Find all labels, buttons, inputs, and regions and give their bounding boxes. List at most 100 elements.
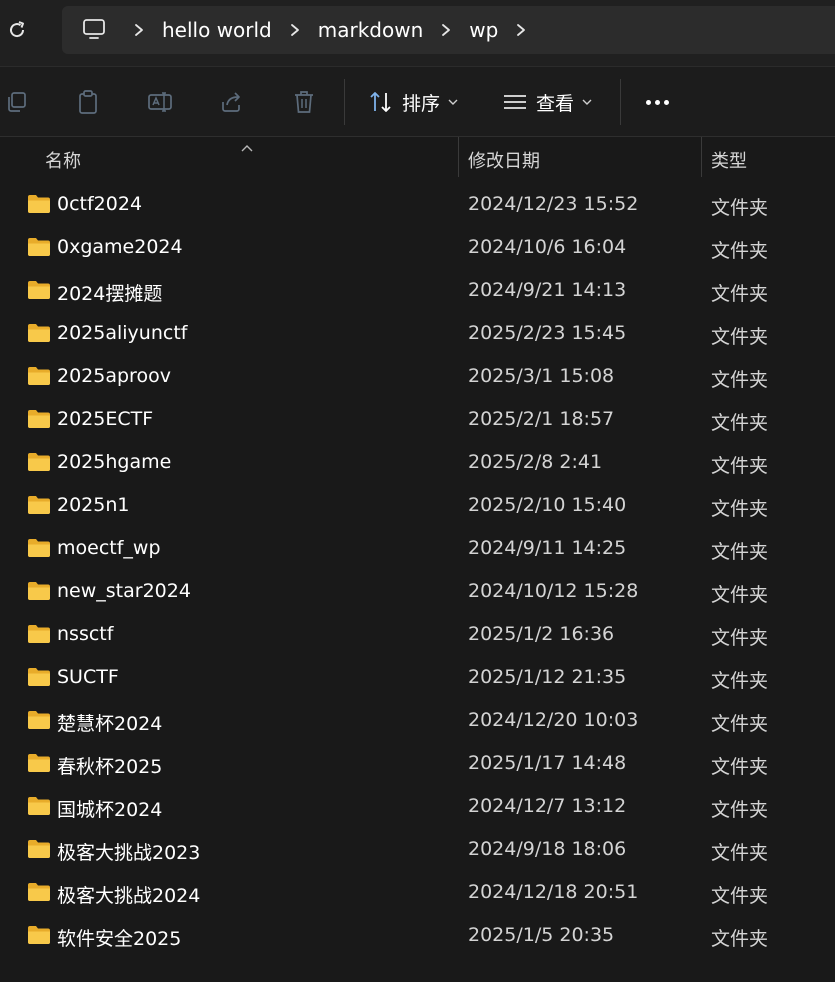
column-divider[interactable]: [701, 137, 702, 177]
file-name[interactable]: 2025ECTF: [57, 408, 153, 430]
more-button[interactable]: [640, 87, 674, 117]
file-modified: 2025/1/5 20:35: [468, 924, 615, 946]
file-type: 文件夹: [711, 197, 769, 219]
file-modified: 2024/10/12 15:28: [468, 580, 639, 602]
file-modified: 2024/9/21 14:13: [468, 279, 627, 301]
file-row[interactable]: 极客大挑战2023 2024/9/18 18:06 文件夹: [0, 828, 835, 871]
folder-icon: [27, 839, 51, 859]
file-modified: 2025/3/1 15:08: [468, 365, 615, 387]
folder-icon: [27, 710, 51, 730]
breadcrumb-item-hello-world[interactable]: hello world: [152, 18, 282, 42]
file-row[interactable]: new_star2024 2024/10/12 15:28 文件夹: [0, 570, 835, 613]
chevron-right-icon[interactable]: [433, 23, 459, 37]
folder-icon: [27, 409, 51, 429]
file-name[interactable]: 0ctf2024: [57, 193, 142, 215]
file-modified: 2024/12/18 20:51: [468, 881, 639, 903]
file-type: 文件夹: [711, 670, 769, 692]
command-bar: 排序 查看: [0, 67, 835, 137]
folder-icon: [27, 667, 51, 687]
delete-button[interactable]: [289, 87, 319, 117]
sort-icon: [370, 92, 391, 112]
file-type: 文件夹: [711, 283, 769, 305]
computer-icon: [83, 19, 105, 39]
file-name[interactable]: 国城杯2024: [57, 795, 162, 822]
file-type: 文件夹: [711, 455, 769, 477]
file-row[interactable]: 0ctf2024 2024/12/23 15:52 文件夹: [0, 183, 835, 226]
file-row[interactable]: 极客大挑战2024 2024/12/18 20:51 文件夹: [0, 871, 835, 914]
folder-icon: [27, 495, 51, 515]
share-button[interactable]: [217, 87, 247, 117]
file-name[interactable]: 2025aliyunctf: [57, 322, 187, 344]
file-name[interactable]: 0xgame2024: [57, 236, 183, 258]
folder-icon: [27, 194, 51, 214]
file-name[interactable]: 极客大挑战2024: [57, 881, 200, 908]
file-row[interactable]: 软件安全2025 2025/1/5 20:35 文件夹: [0, 914, 835, 957]
breadcrumb-item-wp[interactable]: wp: [459, 18, 508, 42]
file-modified: 2025/2/1 18:57: [468, 408, 615, 430]
folder-icon: [27, 538, 51, 558]
breadcrumb[interactable]: hello world markdown wp: [62, 6, 835, 54]
file-name[interactable]: nssctf: [57, 623, 113, 645]
file-type: 文件夹: [711, 240, 769, 262]
file-row[interactable]: 2024摆摊题 2024/9/21 14:13 文件夹: [0, 269, 835, 312]
column-name[interactable]: 名称: [45, 147, 81, 173]
column-type[interactable]: 类型: [711, 147, 747, 173]
view-list-icon: [504, 95, 526, 109]
file-name[interactable]: 2025aproov: [57, 365, 171, 387]
file-row[interactable]: nssctf 2025/1/2 16:36 文件夹: [0, 613, 835, 656]
file-row[interactable]: moectf_wp 2024/9/11 14:25 文件夹: [0, 527, 835, 570]
chevron-right-icon[interactable]: [508, 23, 534, 37]
file-type: 文件夹: [711, 928, 769, 950]
file-row[interactable]: SUCTF 2025/1/12 21:35 文件夹: [0, 656, 835, 699]
file-name[interactable]: 春秋杯2025: [57, 752, 162, 779]
chevron-right-icon[interactable]: [126, 23, 152, 37]
sort-button[interactable]: 排序: [368, 85, 458, 119]
computer-button[interactable]: [62, 17, 126, 43]
file-modified: 2024/12/20 10:03: [468, 709, 639, 731]
folder-icon: [27, 323, 51, 343]
file-modified: 2025/2/10 15:40: [468, 494, 627, 516]
rename-icon: [148, 92, 172, 112]
file-row[interactable]: 2025n1 2025/2/10 15:40 文件夹: [0, 484, 835, 527]
breadcrumb-item-markdown[interactable]: markdown: [308, 18, 434, 42]
file-name[interactable]: 楚慧杯2024: [57, 709, 162, 736]
file-type: 文件夹: [711, 326, 769, 348]
file-name[interactable]: moectf_wp: [57, 537, 161, 559]
file-type: 文件夹: [711, 584, 769, 606]
file-modified: 2024/12/7 13:12: [468, 795, 627, 817]
file-name[interactable]: 2024摆摊题: [57, 279, 162, 306]
folder-icon: [27, 624, 51, 644]
file-name[interactable]: SUCTF: [57, 666, 119, 688]
file-name[interactable]: 极客大挑战2023: [57, 838, 200, 865]
copy-button[interactable]: [2, 87, 32, 117]
refresh-button[interactable]: [4, 16, 30, 44]
file-row[interactable]: 0xgame2024 2024/10/6 16:04 文件夹: [0, 226, 835, 269]
file-name[interactable]: 软件安全2025: [57, 924, 181, 951]
file-type: 文件夹: [711, 369, 769, 391]
file-name[interactable]: new_star2024: [57, 580, 191, 602]
file-row[interactable]: 楚慧杯2024 2024/12/20 10:03 文件夹: [0, 699, 835, 742]
column-divider[interactable]: [458, 137, 459, 177]
file-row[interactable]: 2025ECTF 2025/2/1 18:57 文件夹: [0, 398, 835, 441]
column-modified[interactable]: 修改日期: [468, 147, 540, 173]
chevron-down-icon: [448, 99, 458, 105]
file-name[interactable]: 2025n1: [57, 494, 129, 516]
file-row[interactable]: 2025aproov 2025/3/1 15:08 文件夹: [0, 355, 835, 398]
paste-icon: [79, 90, 97, 114]
file-modified: 2025/1/17 14:48: [468, 752, 627, 774]
rename-button[interactable]: [145, 87, 175, 117]
file-row[interactable]: 国城杯2024 2024/12/7 13:12 文件夹: [0, 785, 835, 828]
file-row[interactable]: 2025aliyunctf 2025/2/23 15:45 文件夹: [0, 312, 835, 355]
folder-icon: [27, 753, 51, 773]
view-button[interactable]: 查看: [502, 85, 592, 119]
folder-icon: [27, 925, 51, 945]
file-type: 文件夹: [711, 799, 769, 821]
file-row[interactable]: 春秋杯2025 2025/1/17 14:48 文件夹: [0, 742, 835, 785]
chevron-right-icon[interactable]: [282, 23, 308, 37]
refresh-icon: [10, 21, 25, 38]
paste-button[interactable]: [73, 87, 103, 117]
file-name[interactable]: 2025hgame: [57, 451, 171, 473]
share-icon: [222, 92, 240, 112]
file-list: 0ctf2024 2024/12/23 15:52 文件夹 0xgame2024 202…: [0, 183, 835, 957]
file-row[interactable]: 2025hgame 2025/2/8 2:41 文件夹: [0, 441, 835, 484]
